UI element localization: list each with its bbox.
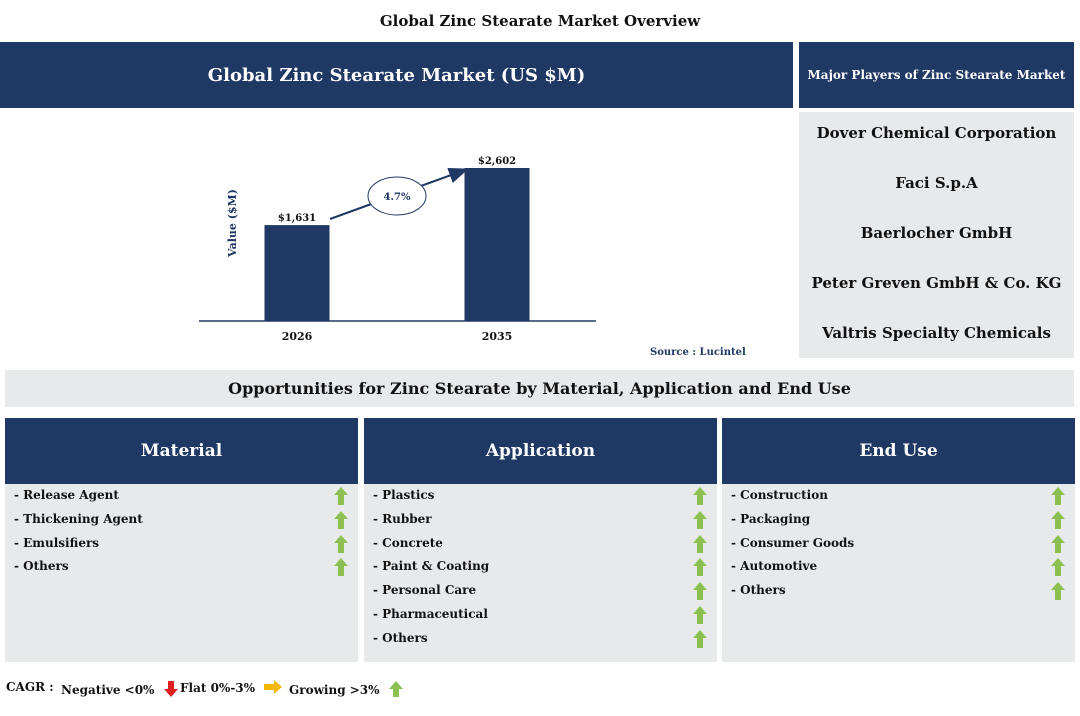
market-chart: Value ($M) $1,631 2026 $2,602 2035 4.7% xyxy=(199,156,596,343)
green-up-arrow-icon xyxy=(693,629,707,648)
bar-value-label: $2,602 xyxy=(478,156,516,167)
chart-header: Global Zinc Stearate Market (US $M) xyxy=(0,42,793,108)
material-header: Material xyxy=(5,418,358,484)
green-up-arrow-icon xyxy=(334,558,348,577)
legend-growing: Growing >3% xyxy=(289,680,404,698)
bar-2035 xyxy=(464,168,530,321)
yellow-right-arrow-icon xyxy=(264,680,283,694)
green-up-arrow-icon xyxy=(1051,582,1065,601)
player-item: Peter Greven GmbH & Co. KG xyxy=(811,274,1062,292)
legend-flat: Flat 0%-3% xyxy=(180,680,283,695)
player-item: Baerlocher GmbH xyxy=(860,224,1013,242)
list-item: - Concrete xyxy=(373,535,443,550)
green-up-arrow-icon xyxy=(334,487,348,505)
list-item: - Automotive xyxy=(731,559,818,574)
list-item: - Plastics xyxy=(373,488,435,502)
bar-2026 xyxy=(264,225,330,321)
players-panel: Dover Chemical Corporation Faci S.p.A Ba… xyxy=(799,112,1074,358)
x-tick-label: 2026 xyxy=(282,330,313,343)
end-use-header: End Use xyxy=(722,418,1075,484)
green-up-arrow-icon xyxy=(693,534,707,553)
list-item: - Consumer Goods xyxy=(731,535,855,550)
red-down-arrow-icon xyxy=(163,681,178,697)
list-item: - Packaging xyxy=(731,511,811,526)
list-item: - Rubber xyxy=(373,511,432,526)
list-item: - Personal Care xyxy=(373,583,477,598)
green-up-arrow-icon xyxy=(1051,510,1065,529)
player-item: Valtris Specialty Chemicals xyxy=(822,324,1051,342)
legend-label: CAGR : xyxy=(6,680,54,694)
green-up-arrow-icon xyxy=(334,534,348,553)
legend-negative: Negative <0% xyxy=(61,680,179,698)
material-panel: - Release Agent - Thickening Agent - Emuls… xyxy=(5,484,358,662)
player-item: Dover Chemical Corporation xyxy=(816,124,1057,142)
player-item: Faci S.p.A xyxy=(895,174,978,192)
list-item: - Others xyxy=(373,630,428,645)
green-up-arrow-icon xyxy=(1051,558,1065,577)
application-panel: - Plastics - Rubber - Concrete - Paint & Co… xyxy=(364,484,717,662)
end-use-panel: - Construction - Packaging - Consumer Good… xyxy=(722,484,1075,662)
bar-value-label: $1,631 xyxy=(278,213,316,224)
x-tick-label: 2035 xyxy=(482,330,513,343)
list-item: - Thickening Agent xyxy=(14,511,143,526)
list-item: - Construction xyxy=(731,488,828,502)
green-up-arrow-icon xyxy=(334,510,348,529)
list-item: - Release Agent xyxy=(14,488,119,502)
green-up-arrow-icon xyxy=(693,606,707,624)
green-up-arrow-icon xyxy=(693,582,707,601)
list-item: - Others xyxy=(14,559,69,574)
green-up-arrow-icon xyxy=(693,487,707,505)
y-axis-label: Value ($M) xyxy=(226,189,239,258)
opportunities-title: Opportunities for Zinc Stearate by Mater… xyxy=(5,370,1074,407)
page-title: Global Zinc Stearate Market Overview xyxy=(379,12,701,30)
application-header: Application xyxy=(364,418,717,484)
list-item: - Emulsifiers xyxy=(14,535,100,550)
legend-negative-label: Negative <0% xyxy=(61,683,155,697)
green-up-arrow-icon xyxy=(693,558,707,577)
green-up-arrow-icon xyxy=(1051,487,1065,505)
chart-source: Source : Lucintel xyxy=(650,347,746,358)
list-item: - Others xyxy=(731,583,786,598)
green-up-arrow-icon xyxy=(1051,534,1065,553)
green-up-arrow-icon xyxy=(388,681,403,697)
green-up-arrow-icon xyxy=(693,510,707,529)
list-item: - Pharmaceutical xyxy=(373,607,488,621)
list-item: - Paint & Coating xyxy=(373,559,490,574)
cagr-label: 4.7% xyxy=(384,192,411,203)
players-header: Major Players of Zinc Stearate Market xyxy=(799,42,1074,108)
legend-flat-label: Flat 0%-3% xyxy=(180,681,256,695)
legend-growing-label: Growing >3% xyxy=(289,683,380,697)
